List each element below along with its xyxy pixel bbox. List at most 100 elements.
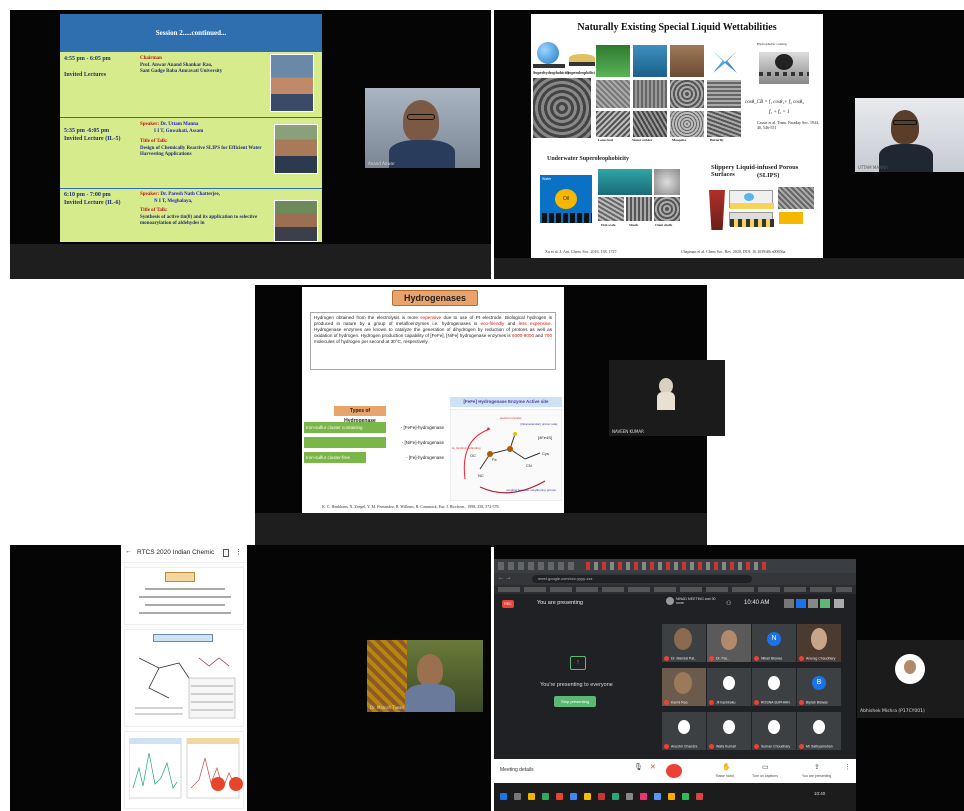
search-icon[interactable]	[514, 793, 521, 800]
back-arrow-icon[interactable]: ← →	[498, 575, 512, 581]
droplet-icon	[775, 54, 793, 70]
mic-icon[interactable]: 🎙	[634, 763, 643, 771]
tab-icons[interactable]	[498, 562, 578, 570]
more-icon[interactable]: ⋮	[844, 763, 851, 771]
present-screen-icon: ↑	[570, 656, 586, 670]
avatar	[723, 720, 735, 734]
fab-button[interactable]	[211, 777, 225, 791]
participant-tile[interactable]: Suman Choudhary	[752, 712, 796, 750]
participant-tile[interactable]: Wafa Kumari	[707, 712, 751, 750]
app-icon[interactable]	[598, 793, 605, 800]
participant-tile[interactable]: Anushri Chandra	[662, 712, 706, 750]
nc-label: NC	[478, 473, 484, 478]
participant-name: Dr. Mandal Pat..	[671, 656, 697, 661]
bookmark-items[interactable]	[498, 587, 852, 592]
participant-tile[interactable]: B Biplab Biswas	[797, 668, 841, 706]
participant-name: Jil hashiraku	[716, 700, 736, 705]
presenting-panel: ↑ You're presenting to everyone Stop pre…	[494, 616, 659, 759]
app-icon[interactable]	[556, 793, 563, 800]
sem-image	[669, 79, 705, 109]
app-icon[interactable]	[626, 793, 633, 800]
stop-presenting-button[interactable]: Stop presenting	[554, 696, 596, 707]
participant-tile[interactable]: Mr Sathyamohan	[797, 712, 841, 750]
tab-icons[interactable]	[586, 562, 766, 570]
fish-scale-label: Fish scale	[601, 223, 616, 227]
app-icon[interactable]	[682, 793, 689, 800]
oil-droplet: Oil	[555, 189, 577, 209]
slips-diagram	[729, 212, 774, 227]
speaker-name: Dr. Paresh Nath Chatterjee,	[160, 192, 220, 197]
person-head	[403, 100, 439, 142]
participant-tile[interactable]: Anurag Chaudhary	[797, 624, 841, 662]
app-icon[interactable]	[570, 793, 577, 800]
present-icon[interactable]: ⇪	[814, 763, 820, 771]
browser-tabs	[494, 559, 856, 573]
document-icon[interactable]	[223, 549, 229, 557]
table-cell-right: - [NiFe]-hydrogenase	[401, 440, 444, 445]
shark-label: Shark	[629, 223, 639, 227]
app-icon[interactable]	[654, 793, 661, 800]
mic-off-icon	[664, 700, 669, 705]
participant-grid: Dr. Mandal Pat.. Dr. Pal... N Nibari Bis…	[662, 624, 842, 752]
para-highlight: expensive	[420, 315, 442, 320]
person-head	[891, 110, 919, 144]
participant-tile[interactable]: Dr. Pal...	[707, 624, 751, 662]
lubricant-swatch	[779, 212, 803, 224]
video-tile-schedule[interactable]: Session 2.....continued... 4:55 pm - 6:0…	[10, 10, 491, 279]
text-line	[145, 588, 225, 590]
speaker-photo	[274, 200, 318, 242]
affiliation: N I T, Meghalaya,	[154, 198, 193, 204]
mic-off-icon	[799, 656, 804, 661]
participant-tile[interactable]: Jil hashiraku	[707, 668, 751, 706]
app-icon[interactable]	[612, 793, 619, 800]
avatar	[813, 720, 825, 734]
participant-name: Dr. Manish Tiwari	[370, 705, 405, 710]
table-row: - [NiFe]-hydrogenase	[304, 437, 446, 448]
participant-video[interactable]: NAVEEN KUMAR	[609, 360, 725, 436]
talk-title: Synthesis of active tin(0) and its appli…	[140, 214, 258, 227]
hydrogenase-types-table: Iron-sulfur cluster containing - [FeFe]-…	[304, 422, 446, 464]
hangup-button[interactable]	[666, 764, 682, 778]
meeting-details-button[interactable]: Meeting details	[500, 767, 534, 773]
presenting-label: You are presenting	[537, 600, 583, 606]
participant-name: NAVEEN KUMAR	[612, 429, 644, 434]
session-details: Chairman Prof. Anwar Anand Shankar Rao, …	[140, 56, 270, 76]
app-icon[interactable]	[584, 793, 591, 800]
app-icon[interactable]	[696, 793, 703, 800]
app-icon[interactable]	[668, 793, 675, 800]
app-icon[interactable]	[542, 793, 549, 800]
sem-image	[777, 186, 815, 210]
taskbar-clock: 10:40	[814, 791, 826, 796]
app-icon[interactable]	[640, 793, 647, 800]
more-icon[interactable]: ⋮	[235, 548, 242, 556]
participant-tile[interactable]: ROSNA SUPHIAN	[752, 668, 796, 706]
captions-icon[interactable]: ▭	[762, 763, 769, 771]
participant-tile[interactable]: Dr. Mandal Pat..	[662, 624, 706, 662]
start-icon[interactable]	[500, 793, 507, 800]
speaker-name: Dr. Uttam Manna	[160, 122, 199, 127]
para-highlight: eco-friendly	[480, 321, 505, 326]
app-icon[interactable]	[528, 793, 535, 800]
participant-video[interactable]: Abhishek Mishra (P17CY001)	[857, 640, 964, 718]
sem-image	[625, 196, 653, 222]
participant-name: Abhishek Mishra (P17CY001)	[860, 709, 925, 714]
lotus-leaf-image	[595, 44, 631, 78]
participant-video[interactable]: UTTAM MANNA	[855, 98, 964, 172]
participant-tile[interactable]: Karmi Rao	[662, 668, 706, 706]
participant-tile[interactable]: N Nibari Biswas	[752, 624, 796, 662]
participant-video[interactable]: Dr. Manish Tiwari	[367, 640, 483, 712]
speaker-photo	[274, 124, 318, 174]
share-icon[interactable]	[229, 777, 243, 791]
sem-image	[632, 110, 668, 138]
people-icon[interactable]: ⚇	[726, 600, 731, 607]
person-head	[417, 654, 443, 686]
pitcher-plant-image	[709, 190, 725, 230]
back-arrow-icon[interactable]: ←	[125, 548, 132, 555]
raise-hand-icon[interactable]: ✋	[722, 763, 731, 771]
url-bar[interactable]: meet.google.com/xxx-yyyy-zzz	[532, 575, 752, 583]
sem-image	[706, 110, 742, 138]
session-time: 6:10 pm - 7:00 pm	[64, 192, 111, 198]
participant-video[interactable]: Anand Anwar	[365, 88, 480, 168]
s-atom	[513, 432, 517, 436]
camera-off-icon[interactable]: ✕	[650, 763, 656, 771]
